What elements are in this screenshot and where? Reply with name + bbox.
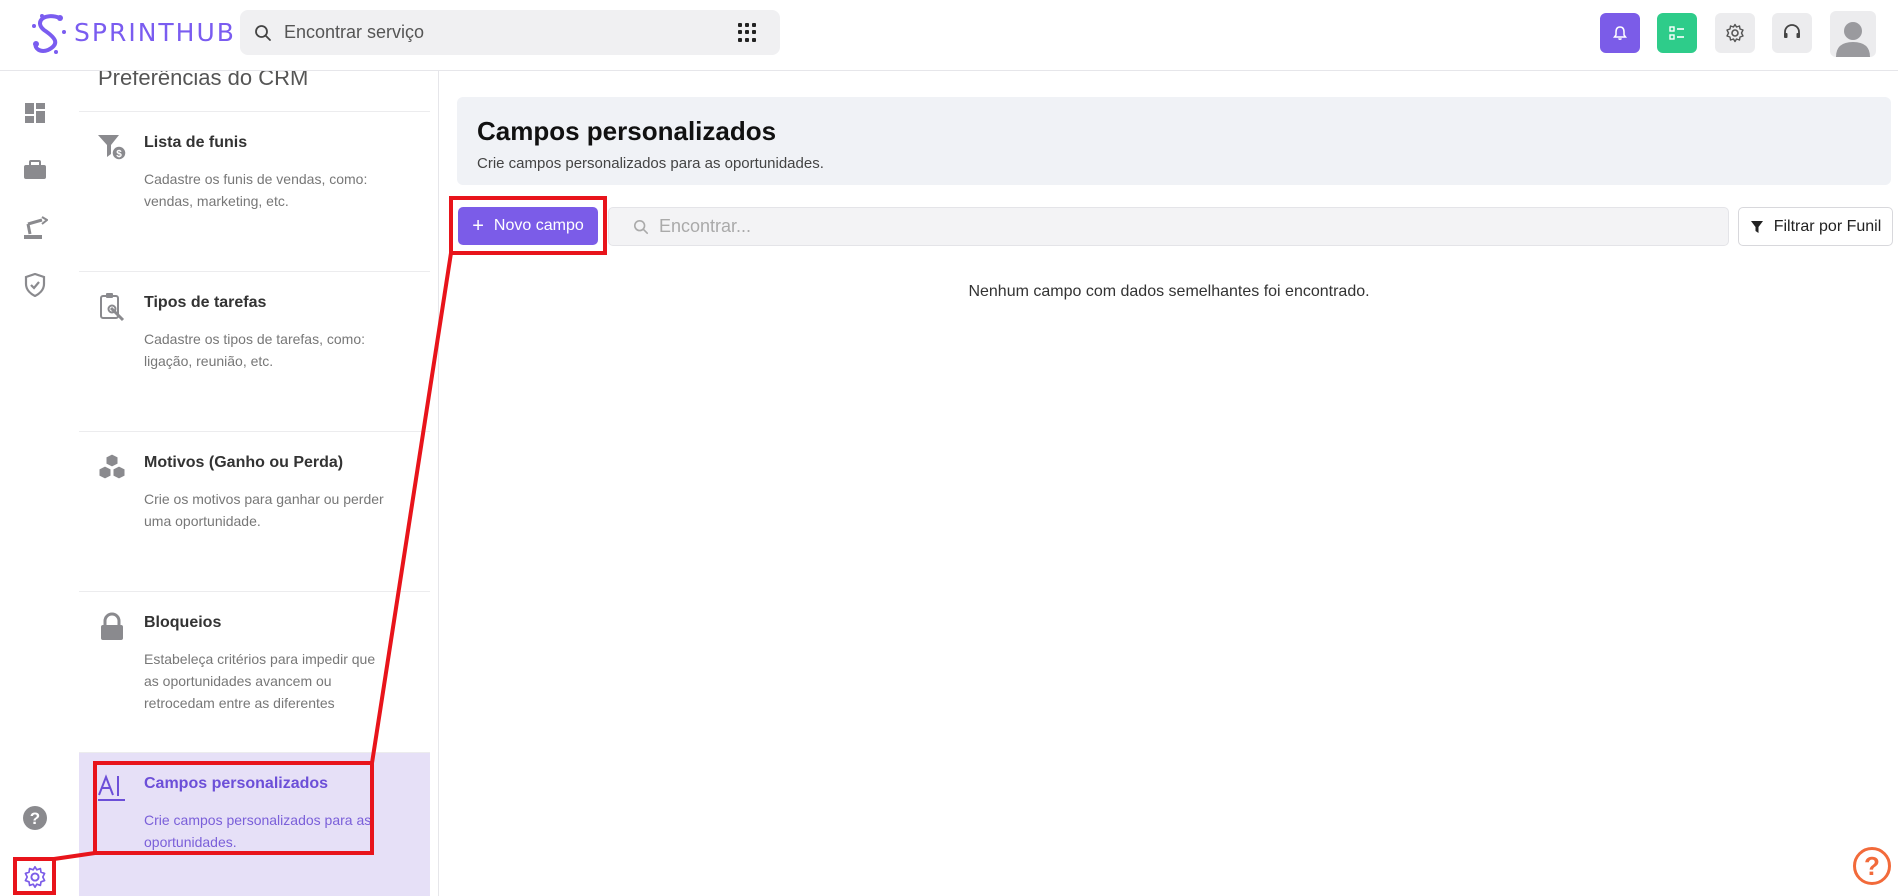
lock-icon <box>101 612 123 640</box>
page-subtitle: Crie campos personalizados para as oport… <box>477 155 824 172</box>
checklist-icon <box>1669 26 1684 40</box>
help-circle-icon: ? <box>23 806 47 830</box>
nav-security[interactable] <box>22 272 48 298</box>
apps-grid-icon[interactable] <box>738 22 758 43</box>
user-avatar[interactable] <box>1830 11 1876 57</box>
nav-help[interactable]: ? <box>22 805 48 831</box>
nav-business[interactable] <box>22 157 48 183</box>
find-field-input[interactable]: Encontrar... <box>608 207 1729 246</box>
svg-text:?: ? <box>30 809 40 828</box>
pref-item-title: Bloqueios <box>144 614 222 631</box>
text-field-icon <box>98 774 125 801</box>
support-button[interactable] <box>1772 13 1812 53</box>
user-avatar-icon <box>1836 22 1870 57</box>
panel-title: Preferências do CRM <box>98 71 309 90</box>
nav-settings[interactable] <box>22 864 48 890</box>
crm-preferences-panel: Preferências do CRM $ Lista de funis Cad… <box>79 71 439 896</box>
pref-item-desc: Estabeleça critérios para impedir que as… <box>144 651 376 711</box>
settings-button[interactable] <box>1715 13 1755 53</box>
page-header: Campos personalizados Crie campos person… <box>457 97 1891 185</box>
notifications-button[interactable] <box>1600 13 1640 53</box>
find-placeholder: Encontrar... <box>659 216 752 236</box>
pref-item-desc: Cadastre os tipos de tarefas, como: liga… <box>144 331 365 369</box>
dashboard-icon <box>25 103 45 123</box>
top-bar: SPRINTHUB Encontrar serviço <box>0 0 1898 71</box>
funnel-dollar-icon: $ <box>98 135 127 161</box>
pref-item-desc: Crie campos personalizados para as oport… <box>144 812 372 850</box>
bell-icon <box>1613 26 1627 40</box>
pref-item-title: Tipos de tarefas <box>144 294 267 311</box>
empty-state-message: Nenhum campo com dados semelhantes foi e… <box>968 283 1370 300</box>
nav-automation[interactable] <box>22 215 48 241</box>
pref-item-title: Motivos (Ganho ou Perda) <box>144 454 344 471</box>
filter-label: Filtrar por Funil <box>1773 217 1882 235</box>
briefcase-icon <box>24 160 46 179</box>
filter-by-funnel-button[interactable]: Filtrar por Funil <box>1738 207 1893 246</box>
plus-icon: + <box>472 215 484 237</box>
pref-item-funnels[interactable]: $ Lista de funis Cadastre os funis de ve… <box>79 111 430 271</box>
robot-arm-icon <box>24 216 48 239</box>
pref-item-blocks[interactable]: Bloqueios Estabeleça critérios para impe… <box>79 591 430 751</box>
left-nav: ? <box>0 71 79 896</box>
app-logo[interactable]: SPRINTHUB <box>30 8 236 56</box>
service-search[interactable]: Encontrar serviço <box>240 10 780 55</box>
pref-item-desc: Cadastre os funis de vendas, como: venda… <box>144 171 368 209</box>
new-field-button[interactable]: + Novo campo <box>458 207 598 245</box>
search-icon <box>255 24 271 41</box>
gear-icon <box>1726 23 1744 43</box>
pref-item-title: Lista de funis <box>144 134 248 151</box>
shield-check-icon <box>24 273 46 297</box>
filter-icon <box>1750 220 1763 233</box>
logo-text: SPRINTHUB <box>74 17 236 47</box>
nav-dashboard[interactable] <box>22 100 48 126</box>
svg-text:$: $ <box>116 149 122 160</box>
pref-item-title: Campos personalizados <box>144 775 329 792</box>
headset-icon <box>1784 24 1800 38</box>
pref-item-desc: Crie os motivos para ganhar ou perder um… <box>144 491 384 529</box>
main-content: Campos personalizados Crie campos person… <box>440 71 1898 896</box>
pref-item-task-types[interactable]: Tipos de tarefas Cadastre os tipos de ta… <box>79 271 430 431</box>
help-fab[interactable]: ? <box>1853 847 1891 885</box>
logo-mark-icon <box>32 14 66 54</box>
tasks-button[interactable] <box>1657 13 1697 53</box>
pref-item-custom-fields[interactable]: Campos personalizados Crie campos person… <box>79 752 430 896</box>
settings-gear-icon <box>24 865 46 889</box>
clipboard-tools-icon <box>100 293 125 322</box>
page-title: Campos personalizados <box>477 116 777 146</box>
cubes-icon <box>98 453 126 480</box>
search-placeholder: Encontrar serviço <box>284 22 425 42</box>
search-icon <box>633 219 649 234</box>
pref-item-reasons[interactable]: Motivos (Ganho ou Perda) Crie os motivos… <box>79 431 430 591</box>
new-field-label: Novo campo <box>493 217 584 234</box>
